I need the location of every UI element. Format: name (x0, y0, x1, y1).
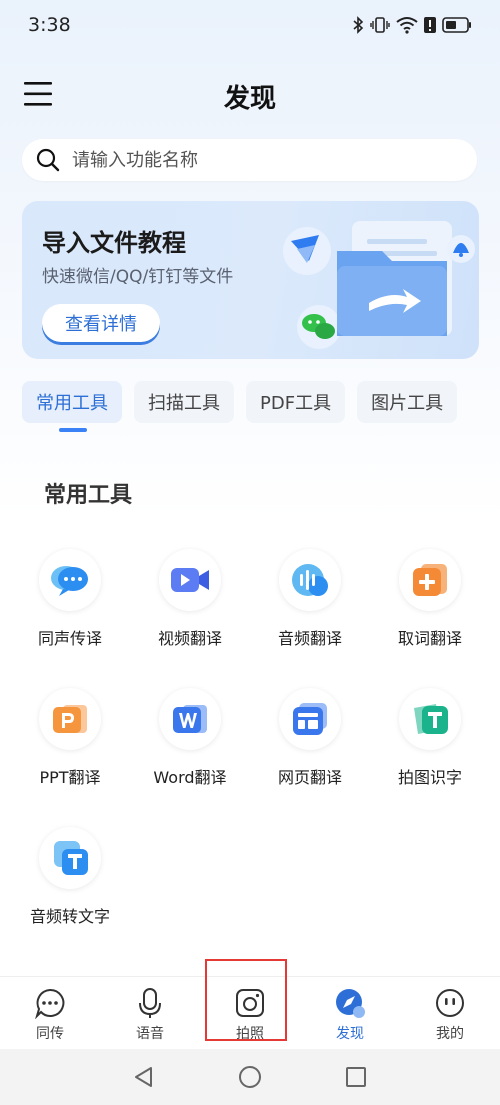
photo-text-icon (414, 704, 448, 734)
bottom-navigation: 同传 语音 拍照 发现 我的 (0, 976, 500, 1048)
back-icon[interactable] (132, 1065, 156, 1089)
webpage-icon (293, 703, 327, 735)
tool-word-translation[interactable]: Word翻译 (131, 688, 249, 808)
recents-icon[interactable] (344, 1065, 368, 1089)
tab-pdf-tools[interactable]: PDF工具 (246, 381, 346, 423)
audio-wave-icon (292, 564, 328, 596)
banner-subtitle: 快速微信/QQ/钉钉等文件 (42, 267, 234, 287)
home-icon[interactable] (238, 1065, 262, 1089)
system-navigation-bar (0, 1049, 500, 1105)
video-camera-icon (171, 568, 209, 592)
tool-webpage-translation[interactable]: 网页翻译 (251, 688, 369, 808)
tool-photo-text-recognition[interactable]: 拍图识字 (371, 688, 489, 808)
tool-video-translation[interactable]: 视频翻译 (131, 549, 249, 669)
status-icons (352, 16, 472, 34)
nav-label: 发现 (336, 1026, 364, 1042)
page-header: 发现 (0, 70, 500, 120)
bluetooth-icon (353, 16, 364, 34)
tool-label: 同声传译 (37, 629, 102, 648)
search-icon (36, 148, 60, 172)
nav-item-profile[interactable]: 我的 (410, 977, 490, 1049)
tab-scan-tools[interactable]: 扫描工具 (134, 381, 234, 423)
tab-common-tools[interactable]: 常用工具 (22, 381, 122, 423)
view-details-button[interactable]: 查看详情 (42, 304, 160, 342)
battery-icon (442, 17, 471, 33)
nav-item-simultaneous[interactable]: 同传 (10, 977, 90, 1049)
chat-bubbles-icon (51, 566, 88, 596)
tool-audio-translation[interactable]: 音频翻译 (251, 549, 369, 669)
ppt-icon (53, 705, 87, 733)
wifi-icon (396, 17, 418, 34)
folder-illustration-icon (283, 221, 475, 349)
nav-label: 语音 (136, 1026, 164, 1042)
active-tab-indicator (59, 428, 87, 432)
nav-label: 我的 (436, 1026, 464, 1042)
nav-label: 拍照 (236, 1026, 264, 1042)
tool-audio-to-text[interactable]: 音频转文字 (11, 827, 129, 947)
nav-item-discover[interactable]: 发现 (310, 977, 390, 1049)
tool-label: 视频翻译 (157, 629, 222, 648)
discover-icon (336, 989, 365, 1018)
tool-ppt-translation[interactable]: PPT翻译 (11, 688, 129, 808)
nav-item-camera[interactable]: 拍照 (210, 977, 290, 1049)
tab-image-tools[interactable]: 图片工具 (357, 381, 458, 423)
vibrate-icon (370, 17, 390, 33)
microphone-icon (139, 988, 161, 1018)
nav-item-voice[interactable]: 语音 (110, 977, 190, 1049)
tool-label: 取词翻译 (397, 629, 462, 648)
tool-label: 拍图识字 (397, 768, 462, 787)
alert-icon (424, 17, 436, 33)
tool-label: PPT翻译 (39, 768, 101, 787)
section-title: 常用工具 (44, 483, 133, 508)
chat-icon (35, 988, 65, 1019)
banner-title: 导入文件教程 (42, 229, 186, 257)
profile-icon (436, 989, 464, 1017)
word-pick-icon (413, 564, 447, 596)
search-bar[interactable] (22, 139, 477, 181)
import-tutorial-banner[interactable]: 导入文件教程 快速微信/QQ/钉钉等文件 查看详情 (22, 201, 479, 359)
tool-word-pick-translation[interactable]: 取词翻译 (371, 549, 489, 669)
status-bar: 3:38 (0, 0, 500, 50)
tool-label: 音频翻译 (277, 629, 342, 648)
word-icon (173, 705, 207, 733)
nav-label: 同传 (36, 1026, 64, 1042)
status-time: 3:38 (28, 14, 71, 36)
tool-label: 网页翻译 (277, 768, 342, 787)
page-title: 发现 (223, 84, 276, 114)
search-input[interactable] (72, 149, 452, 171)
tool-label: 音频转文字 (29, 907, 110, 926)
tool-simultaneous-interpretation[interactable]: 同声传译 (11, 549, 129, 669)
tool-category-tabs: 常用工具 扫描工具 PDF工具 图片工具 (22, 381, 500, 423)
camera-icon (236, 989, 264, 1017)
audio-to-text-icon (54, 841, 88, 875)
tool-label: Word翻译 (153, 768, 227, 787)
